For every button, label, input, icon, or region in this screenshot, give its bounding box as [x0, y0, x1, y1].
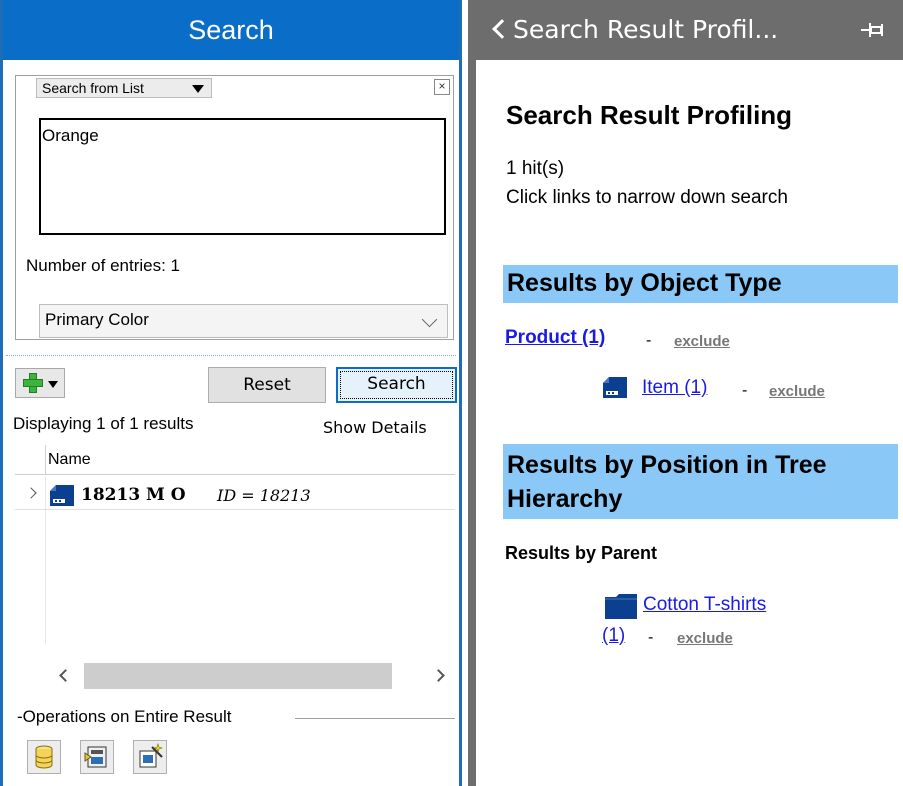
item-link[interactable]: Item (1): [642, 377, 707, 399]
exclude-item-link[interactable]: exclude: [769, 383, 825, 400]
hit-count: 1 hit(s): [506, 158, 565, 179]
search-panel-title: Search: [3, 0, 459, 60]
reset-button[interactable]: Reset: [208, 367, 326, 403]
horizontal-scrollbar[interactable]: [51, 660, 455, 692]
profiling-panel-header: Search Result Profil...: [476, 0, 903, 60]
add-criteria-button[interactable]: [15, 368, 65, 398]
scrollbar-thumb[interactable]: [84, 663, 392, 689]
exclude-cotton-link[interactable]: exclude: [677, 630, 733, 647]
operations-label: -Operations on Entire Result: [17, 707, 236, 727]
grid-header: Name: [15, 445, 455, 475]
close-icon[interactable]: ×: [434, 79, 450, 95]
cotton-tshirts-link[interactable]: Cotton T-shirts: [643, 594, 766, 616]
exclude-product-link[interactable]: exclude: [674, 333, 730, 350]
page-title: Search Result Profiling: [506, 100, 793, 130]
expand-chevron-icon[interactable]: [25, 487, 37, 499]
column-separator: [45, 445, 46, 475]
separator-dash: -: [648, 629, 654, 646]
search-list-input[interactable]: Orange: [39, 118, 446, 235]
search-button[interactable]: Search: [336, 367, 457, 403]
scroll-left-icon[interactable]: [59, 669, 72, 682]
subsection-title: Results by Parent: [505, 543, 658, 563]
hint-text: Click links to narrow down search: [506, 187, 788, 208]
chevron-down-icon: [48, 381, 58, 388]
scroll-right-icon[interactable]: [432, 669, 445, 682]
search-mode-label: Search from List: [42, 80, 144, 96]
table-row[interactable]: 18213 M O ID = 18213: [15, 476, 455, 510]
plus-icon-center: [30, 380, 36, 386]
item-icon: [50, 485, 74, 506]
section-header-object-type: Results by Object Type: [503, 265, 898, 303]
results-grid: Name 18213 M O ID = 18213: [15, 445, 455, 645]
wand-icon: [139, 743, 163, 768]
product-link[interactable]: Product (1): [505, 327, 605, 349]
profiling-panel: Search Result Profil... Search Result Pr…: [468, 0, 903, 786]
separator-dash: -: [646, 332, 652, 349]
column-header-name[interactable]: Name: [48, 451, 91, 469]
entries-count: Number of entries: 1: [26, 256, 181, 275]
pin-icon[interactable]: [859, 20, 889, 40]
export-icon: [84, 746, 107, 768]
splitter[interactable]: [6, 355, 456, 357]
cotton-tshirts-count-link[interactable]: (1): [602, 625, 625, 647]
search-mode-dropdown[interactable]: Search from List: [36, 78, 212, 98]
item-icon: [603, 377, 627, 398]
results-count: Displaying 1 of 1 results: [13, 414, 194, 433]
search-criteria-group: Search from List × Orange Number of entr…: [15, 75, 454, 340]
attribute-select-value: Primary Color: [45, 310, 149, 329]
chevron-down-icon: [421, 311, 438, 328]
export-button[interactable]: [80, 740, 114, 774]
database-button[interactable]: [27, 740, 61, 774]
divider: [295, 718, 455, 719]
database-icon: [35, 745, 53, 769]
attribute-select[interactable]: Primary Color: [39, 304, 448, 338]
section-header-tree-position: Results by Position in Tree Hierarchy: [503, 444, 898, 519]
row-id: 18213 M O: [81, 485, 186, 505]
wand-button[interactable]: [133, 740, 167, 774]
focus-ring: [340, 371, 453, 399]
show-details-link[interactable]: Show Details: [323, 418, 427, 437]
row-attribute: ID = 18213: [217, 486, 311, 505]
chevron-down-icon: [192, 85, 204, 93]
chevron-left-icon[interactable]: [492, 19, 512, 39]
folder-icon: [605, 594, 637, 619]
separator-dash: -: [742, 382, 748, 399]
search-panel: Search Search from List × Orange Number …: [0, 0, 462, 786]
profiling-panel-header-title: Search Result Profil...: [513, 15, 779, 44]
